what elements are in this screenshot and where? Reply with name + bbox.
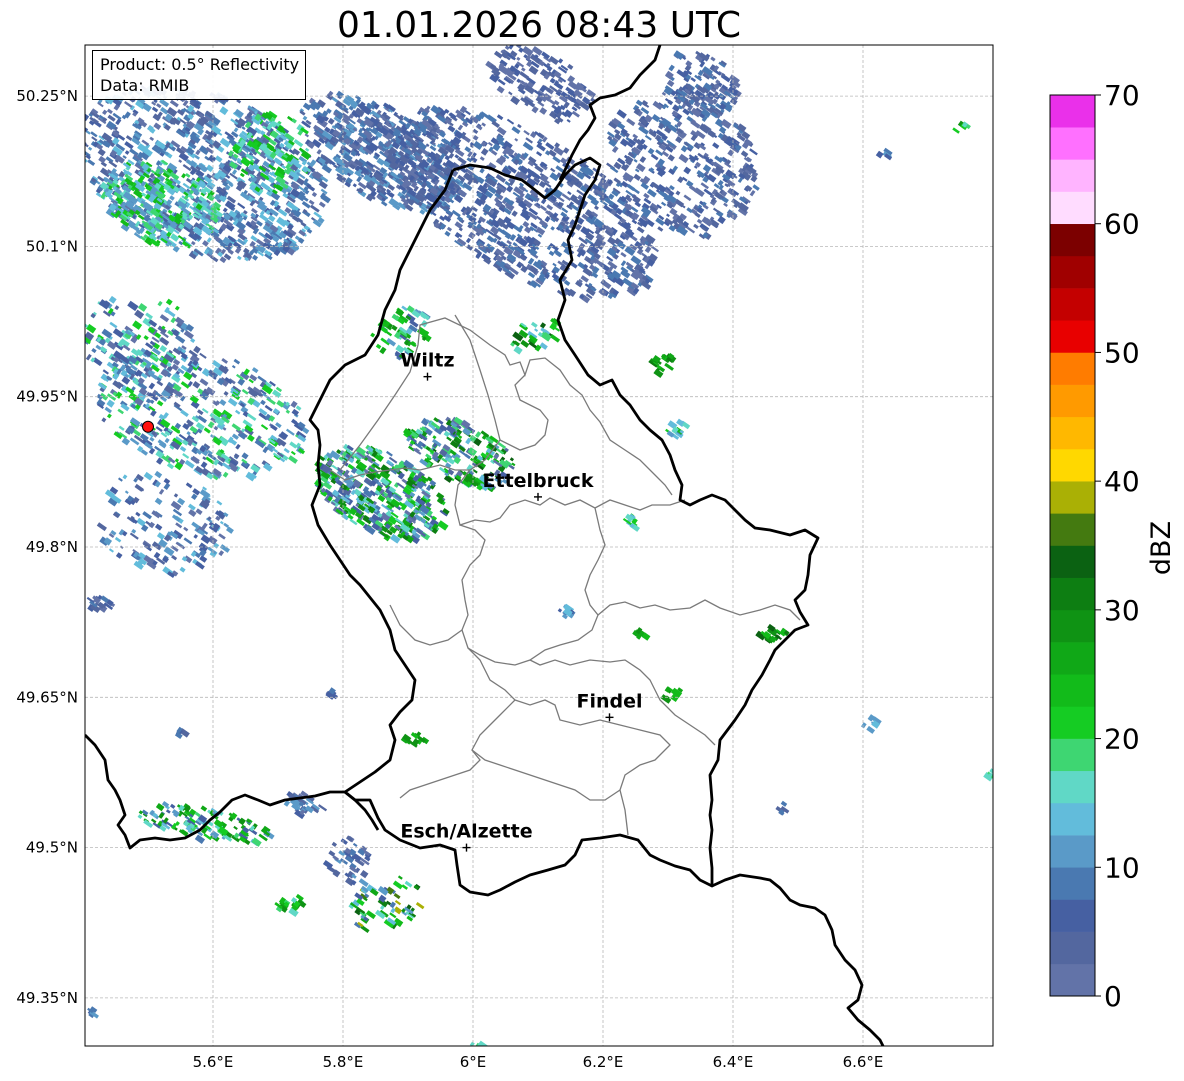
- precip-cell: [76, 128, 81, 133]
- radar-map[interactable]: WiltzEttelbruckFindelEsch/Alzette 5.6°E 5…: [0, 0, 1184, 1081]
- precip-cell: [75, 145, 81, 151]
- precip-cell: [74, 141, 83, 149]
- precip-cell: [76, 142, 82, 148]
